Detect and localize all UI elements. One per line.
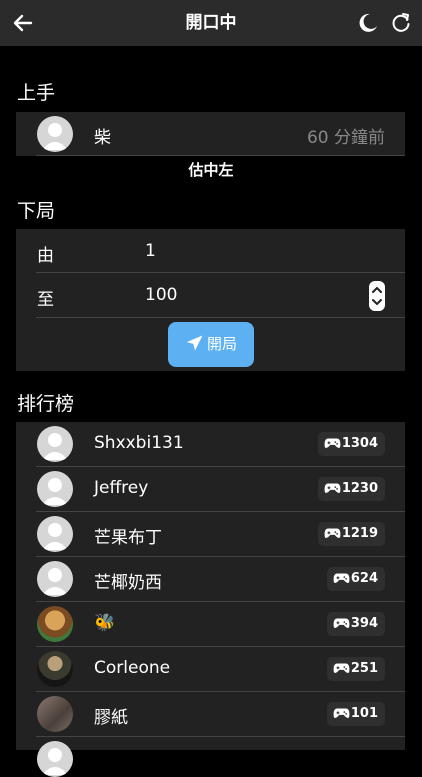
leaderboard-row[interactable]: Jeffrey 1230	[16, 467, 405, 512]
start-game-label: 開局	[206, 335, 237, 353]
default-avatar-icon	[42, 478, 68, 505]
avatar	[37, 426, 73, 462]
score-badge: 1230	[317, 477, 385, 501]
default-avatar-icon	[42, 568, 68, 595]
range-to-input[interactable]: 100	[145, 285, 177, 305]
divider	[36, 155, 405, 156]
score-badge: 624	[326, 567, 385, 591]
score-value: 394	[350, 616, 378, 631]
score-value: 1230	[341, 481, 378, 496]
leaderboard-name: 🐝	[94, 613, 116, 633]
prev-hand-name: 柴	[94, 128, 111, 148]
avatar	[37, 116, 73, 152]
range-to-row: 至 100	[16, 273, 405, 318]
score-value: 624	[350, 571, 378, 586]
default-avatar-icon	[42, 123, 68, 150]
range-from-row: 由 1	[16, 229, 405, 273]
score-badge: 1219	[317, 522, 385, 546]
default-avatar-icon	[42, 748, 68, 775]
moon-icon[interactable]	[356, 11, 380, 35]
avatar	[37, 471, 73, 507]
avatar	[37, 561, 73, 597]
divider	[36, 736, 405, 737]
score-value: 251	[350, 661, 378, 676]
range-from-input[interactable]: 1	[145, 241, 156, 261]
gamepad-icon	[324, 438, 341, 448]
leaderboard-row[interactable]: 芒果布丁 1219	[16, 512, 405, 557]
score-badge: 1304	[317, 432, 385, 456]
leaderboard-row[interactable]: Corleone 251	[16, 647, 405, 692]
gamepad-icon	[333, 573, 350, 583]
default-avatar-icon	[42, 523, 68, 550]
gamepad-icon	[324, 483, 341, 493]
stepper-icon[interactable]	[369, 281, 385, 311]
leaderboard-name: 芒椰奶西	[94, 573, 162, 593]
leaderboard-row[interactable]: 芒椰奶西 624	[16, 557, 405, 602]
score-value: 1219	[341, 526, 378, 541]
leaderboard-row[interactable]: 🐝 394	[16, 602, 405, 647]
score-badge: 251	[326, 657, 385, 681]
start-game-button[interactable]: 開局	[168, 322, 254, 367]
send-icon	[186, 335, 203, 351]
avatar	[37, 651, 73, 687]
leaderboard-name: 芒果布丁	[94, 528, 162, 548]
leaderboard-name: Shxxbi131	[94, 433, 184, 453]
top-bar: 開口中	[0, 0, 422, 46]
leaderboard-name: Corleone	[94, 658, 171, 678]
leaderboard-name: 膠紙	[94, 708, 128, 728]
divider	[36, 317, 405, 318]
gamepad-icon	[324, 528, 341, 538]
gamepad-icon	[333, 708, 350, 718]
refresh-icon[interactable]	[389, 11, 413, 35]
default-avatar-icon	[42, 433, 68, 460]
avatar	[37, 741, 73, 777]
score-badge: 101	[326, 702, 385, 726]
avatar	[37, 606, 73, 642]
prev-hand-time: 60 分鐘前	[306, 128, 385, 148]
score-badge: 394	[326, 612, 385, 636]
leaderboard-row[interactable]: Shxxbi131 1304	[16, 422, 405, 467]
leaderboard-name: Jeffrey	[94, 478, 149, 498]
avatar	[37, 516, 73, 552]
score-value: 1304	[341, 436, 378, 451]
avatar	[37, 696, 73, 732]
section-title-next-round: 下局	[17, 200, 56, 222]
section-title-leaderboard: 排行榜	[17, 393, 75, 415]
range-from-label: 由	[37, 246, 54, 266]
score-value: 101	[350, 706, 378, 721]
leaderboard-card: Shxxbi131 1304 Jeffrey 1230 芒果布丁 1219 芒椰奶西 624 🐝…	[16, 422, 405, 777]
range-to-label: 至	[37, 290, 54, 310]
prev-hand-card: 柴 60 分鐘前	[16, 112, 405, 156]
section-title-prev-hand: 上手	[17, 82, 56, 104]
prev-hand-result: 估中左	[188, 161, 234, 179]
gamepad-icon	[333, 618, 350, 628]
leaderboard-row[interactable]: 膠紙 101	[16, 692, 405, 737]
gamepad-icon	[333, 663, 350, 673]
